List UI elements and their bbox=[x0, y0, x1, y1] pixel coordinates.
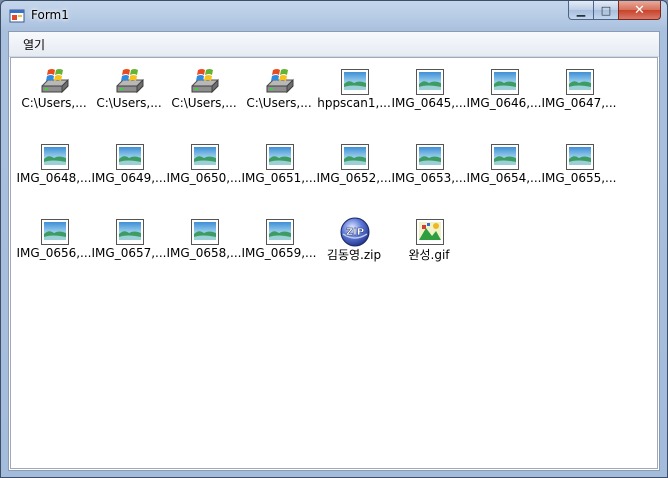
file-list-view[interactable]: C:\Users,... C:\Users,... C:\Users,... C:\U… bbox=[10, 57, 658, 469]
close-icon: ✕ bbox=[634, 2, 645, 18]
image-file-icon bbox=[564, 66, 596, 98]
image-file-icon bbox=[414, 141, 446, 173]
file-list-item[interactable]: IMG_0655,... bbox=[542, 141, 617, 201]
file-list-item[interactable]: IMG_0651,... bbox=[242, 141, 317, 201]
file-list-item-label: IMG_0656,... bbox=[16, 246, 92, 260]
file-list-item-label: IMG_0646,... bbox=[466, 96, 542, 110]
file-list-item[interactable]: IMG_0650,... bbox=[167, 141, 242, 201]
file-list-item-label: IMG_0658,... bbox=[166, 246, 242, 260]
drive-icon bbox=[189, 66, 221, 98]
client-area: 열기 C:\Users,... C:\Users,... C:\Users,... C… bbox=[8, 31, 660, 471]
file-list-item[interactable]: ZIP 김동영.zip bbox=[317, 216, 391, 276]
image-file-icon bbox=[189, 141, 221, 173]
gif-file-icon bbox=[414, 216, 446, 248]
file-list-item[interactable]: IMG_0649,... bbox=[92, 141, 167, 201]
menu-bar: 열기 bbox=[9, 32, 659, 57]
image-file-icon bbox=[39, 216, 71, 248]
file-list-item-label: IMG_0652,... bbox=[316, 171, 392, 185]
file-list-item[interactable]: IMG_0657,... bbox=[92, 216, 167, 276]
file-list-item-label: C:\Users,... bbox=[96, 96, 162, 110]
image-file-icon bbox=[189, 216, 221, 248]
image-file-icon bbox=[339, 141, 371, 173]
image-file-icon bbox=[414, 66, 446, 98]
file-list-item[interactable]: IMG_0652,... bbox=[317, 141, 392, 201]
file-list-item[interactable]: IMG_0656,... bbox=[17, 216, 92, 276]
image-file-icon bbox=[114, 141, 146, 173]
image-file-icon bbox=[264, 216, 296, 248]
file-list-item-label: IMG_0647,... bbox=[541, 96, 617, 110]
caption-buttons: ▁ □ ✕ bbox=[568, 1, 661, 20]
file-list-item[interactable]: IMG_0658,... bbox=[167, 216, 242, 276]
file-list-item[interactable]: IMG_0653,... bbox=[392, 141, 467, 201]
file-list-item-label: IMG_0648,... bbox=[16, 171, 92, 185]
drive-icon bbox=[39, 66, 71, 98]
file-list-item-label: IMG_0653,... bbox=[391, 171, 467, 185]
file-list-item[interactable]: C:\Users,... bbox=[242, 66, 316, 126]
maximize-icon: □ bbox=[600, 3, 612, 17]
file-list-item[interactable]: C:\Users,... bbox=[167, 66, 241, 126]
zip-file-icon: ZIP bbox=[339, 216, 371, 248]
file-list-item-label: 김동영.zip bbox=[326, 248, 382, 262]
file-list-item-label: IMG_0655,... bbox=[541, 171, 617, 185]
app-icon[interactable] bbox=[9, 8, 25, 24]
file-list-item-label: IMG_0645,... bbox=[391, 96, 467, 110]
file-list-item-label: IMG_0654,... bbox=[466, 171, 542, 185]
file-list-item-label: hppscan1,... bbox=[317, 96, 391, 110]
close-button[interactable]: ✕ bbox=[618, 1, 661, 20]
image-file-icon bbox=[564, 141, 596, 173]
image-file-icon bbox=[489, 66, 521, 98]
file-list-item[interactable]: C:\Users,... bbox=[92, 66, 166, 126]
file-list-item[interactable]: IMG_0645,... bbox=[392, 66, 467, 126]
image-file-icon bbox=[114, 216, 146, 248]
file-list-item-label: C:\Users,... bbox=[171, 96, 237, 110]
file-list-item-label: C:\Users,... bbox=[246, 96, 312, 110]
window-title: Form1 bbox=[31, 8, 69, 22]
image-file-icon bbox=[489, 141, 521, 173]
minimize-icon: ▁ bbox=[576, 3, 586, 17]
file-list-item-label: IMG_0649,... bbox=[91, 171, 167, 185]
svg-text:ZIP: ZIP bbox=[346, 227, 364, 238]
file-list-item[interactable]: hppscan1,... bbox=[317, 66, 391, 126]
file-list-item[interactable]: IMG_0648,... bbox=[17, 141, 92, 201]
file-list-item-label: C:\Users,... bbox=[21, 96, 87, 110]
app-window: Form1 ▁ □ ✕ 열기 C:\Users,... C:\Users,... C… bbox=[0, 0, 668, 478]
file-list-item-label: 완성.gif bbox=[408, 248, 450, 262]
file-list-item[interactable]: IMG_0647,... bbox=[542, 66, 617, 126]
file-list-item[interactable]: IMG_0646,... bbox=[467, 66, 542, 126]
file-list-item[interactable]: IMG_0654,... bbox=[467, 141, 542, 201]
file-list-item[interactable]: IMG_0659,... bbox=[242, 216, 317, 276]
drive-icon bbox=[114, 66, 146, 98]
file-list-item[interactable]: C:\Users,... bbox=[17, 66, 91, 126]
minimize-button[interactable]: ▁ bbox=[568, 1, 594, 20]
menu-item-open[interactable]: 열기 bbox=[17, 36, 51, 53]
file-list-item[interactable]: 완성.gif bbox=[392, 216, 466, 276]
image-file-icon bbox=[339, 66, 371, 98]
title-bar[interactable]: Form1 ▁ □ ✕ bbox=[1, 1, 667, 31]
file-list-item-label: IMG_0650,... bbox=[166, 171, 242, 185]
image-file-icon bbox=[39, 141, 71, 173]
maximize-button[interactable]: □ bbox=[593, 1, 619, 20]
file-list-item-label: IMG_0657,... bbox=[91, 246, 167, 260]
image-file-icon bbox=[264, 141, 296, 173]
file-list-item-label: IMG_0659,... bbox=[241, 246, 317, 260]
drive-icon bbox=[264, 66, 296, 98]
file-list-item-label: IMG_0651,... bbox=[241, 171, 317, 185]
